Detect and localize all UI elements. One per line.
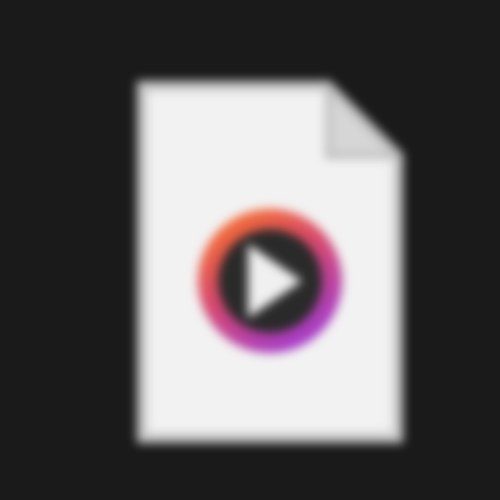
media-file-icon[interactable] bbox=[120, 66, 420, 458]
play-icon bbox=[198, 209, 342, 353]
page-fold-corner bbox=[325, 78, 406, 159]
icon-preview bbox=[0, 0, 500, 500]
